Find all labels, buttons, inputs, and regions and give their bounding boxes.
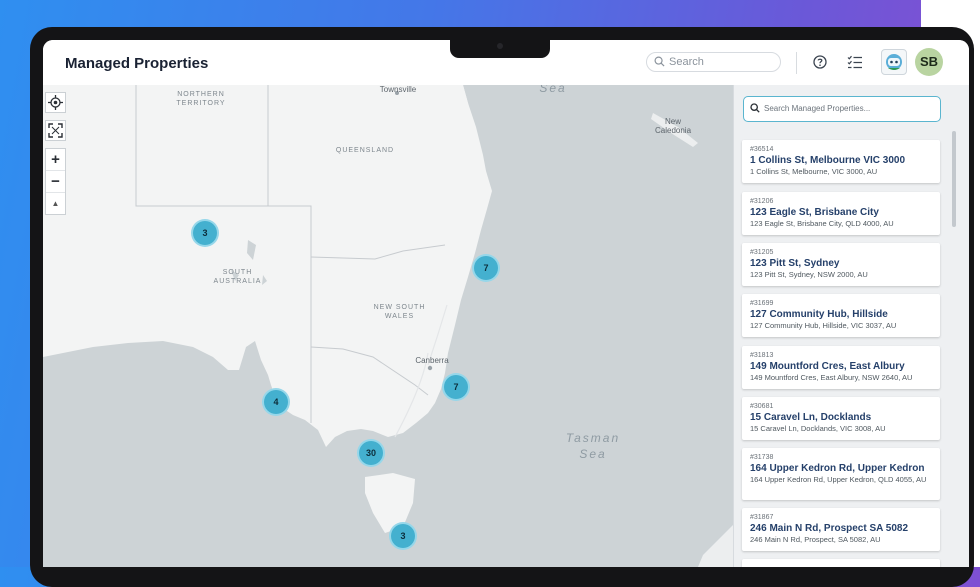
property-name: 127 Community Hub, Hillside: [750, 309, 888, 320]
map-label-coral-sea: Sea: [539, 85, 567, 95]
map-cluster-marker[interactable]: 4: [262, 388, 290, 416]
map-zoom-controls: + − ▲: [45, 148, 66, 215]
map-label-canberra: Canberra: [415, 356, 449, 365]
locate-crosshair-icon: [48, 95, 63, 110]
property-name: 1 Collins St, Melbourne VIC 3000: [750, 155, 906, 166]
map-label-south-australia: SOUTH AUSTRALIA: [213, 269, 262, 285]
property-address: 127 Community Hub, Hillside, VIC 3037, A…: [750, 321, 897, 330]
property-address: 123 Eagle St, Brisbane City, QLD 4000, A…: [750, 219, 894, 228]
page-title: Managed Properties: [65, 55, 209, 72]
property-name: 246 Main N Rd, Prospect SA 5082: [750, 523, 909, 534]
property-id: #31867: [750, 514, 774, 521]
search-icon: [750, 103, 760, 113]
property-card[interactable]: #31813 149 Mountford Cres, East Albury 1…: [742, 346, 940, 389]
property-name: 123 Pitt St, Sydney: [750, 258, 840, 269]
property-card[interactable]: #31206 123 Eagle St, Brisbane City 123 E…: [742, 192, 940, 235]
map-label-townsville: Townsville: [379, 85, 417, 94]
search-icon: [654, 56, 665, 67]
property-card[interactable]: #31699 127 Community Hub, Hillside 127 C…: [742, 294, 940, 337]
map-label-queensland: QUEENSLAND: [335, 147, 395, 154]
map-cluster-marker[interactable]: 7: [442, 373, 470, 401]
camera-icon: [497, 43, 503, 49]
property-card[interactable]: [742, 559, 940, 567]
property-card[interactable]: #31738 164 Upper Kedron Rd, Upper Kedron…: [742, 448, 940, 500]
map-fullscreen-control[interactable]: [45, 120, 66, 141]
map-label-tasman-sea: Tasman Sea: [565, 431, 621, 461]
map-locate-control[interactable]: [45, 92, 66, 113]
property-name: 123 Eagle St, Brisbane City: [750, 207, 879, 218]
property-id: #30681: [750, 403, 774, 410]
property-id: #31738: [750, 454, 774, 461]
assistant-avatar[interactable]: [881, 49, 907, 75]
property-id: #31206: [750, 198, 774, 205]
map-view[interactable]: NORTHERN TERRITORY QUEENSLAND SOUTH AUST…: [43, 85, 733, 567]
fullscreen-icon: [48, 123, 63, 138]
camera-notch: [450, 38, 550, 58]
property-id: #31205: [750, 249, 774, 256]
map-cluster-marker[interactable]: 3: [389, 522, 417, 550]
user-avatar[interactable]: SB: [915, 48, 943, 76]
property-address: 149 Mountford Cres, East Albury, NSW 264…: [750, 373, 913, 382]
zoom-in-button[interactable]: +: [46, 149, 65, 170]
map-land-svg: [43, 85, 733, 567]
header-search-input[interactable]: Search: [646, 52, 781, 72]
zoom-out-button[interactable]: −: [46, 170, 65, 192]
properties-sidebar: Search Managed Properties... #36514 1 Co…: [733, 85, 969, 567]
property-address: 1 Collins St, Melbourne, VIC 3000, AU: [750, 167, 878, 176]
map-label-northern-territory: NORTHERN TERRITORY: [176, 91, 226, 107]
property-search-placeholder: Search Managed Properties...: [764, 104, 871, 113]
sidebar-scrollbar[interactable]: [952, 131, 956, 227]
property-card[interactable]: #30681 15 Caravel Ln, Docklands 15 Carav…: [742, 397, 940, 440]
property-address: 246 Main N Rd, Prospect, SA 5082, AU: [750, 535, 881, 544]
property-name: 15 Caravel Ln, Docklands: [750, 412, 872, 423]
property-card[interactable]: #31205 123 Pitt St, Sydney 123 Pitt St, …: [742, 243, 940, 286]
compass-button[interactable]: ▲: [46, 192, 65, 214]
robot-icon: [886, 54, 902, 70]
property-id: #31813: [750, 352, 774, 359]
property-address: 15 Caravel Ln, Docklands, VIC 3008, AU: [750, 424, 886, 433]
property-id: #36514: [750, 146, 774, 153]
map-cluster-marker[interactable]: 7: [472, 254, 500, 282]
map-label-new-caledonia: New Caledonia: [654, 117, 692, 135]
property-name: 149 Mountford Cres, East Albury: [750, 361, 905, 372]
map-cluster-marker[interactable]: 3: [191, 219, 219, 247]
property-id: #31699: [750, 300, 774, 307]
property-card[interactable]: #36514 1 Collins St, Melbourne VIC 3000 …: [742, 140, 940, 183]
compass-icon: ▲: [51, 199, 60, 208]
checklist-icon[interactable]: [847, 55, 863, 69]
property-name: 164 Upper Kedron Rd, Upper Kedron: [750, 463, 925, 474]
property-address: 123 Pitt St, Sydney, NSW 2000, AU: [750, 270, 868, 279]
property-search-input[interactable]: Search Managed Properties...: [743, 96, 941, 122]
app-screen: Managed Properties Search SB NORTHERN TE…: [43, 40, 969, 567]
header-divider: [796, 52, 797, 74]
question-circle-icon[interactable]: [813, 55, 827, 69]
property-address: 164 Upper Kedron Rd, Upper Kedron, QLD 4…: [750, 475, 927, 484]
map-label-new-south-wales: NEW SOUTH WALES: [373, 304, 426, 320]
map-cluster-marker[interactable]: 30: [357, 439, 385, 467]
property-card[interactable]: #31867 246 Main N Rd, Prospect SA 5082 2…: [742, 508, 940, 551]
header-search-placeholder: Search: [669, 56, 704, 68]
